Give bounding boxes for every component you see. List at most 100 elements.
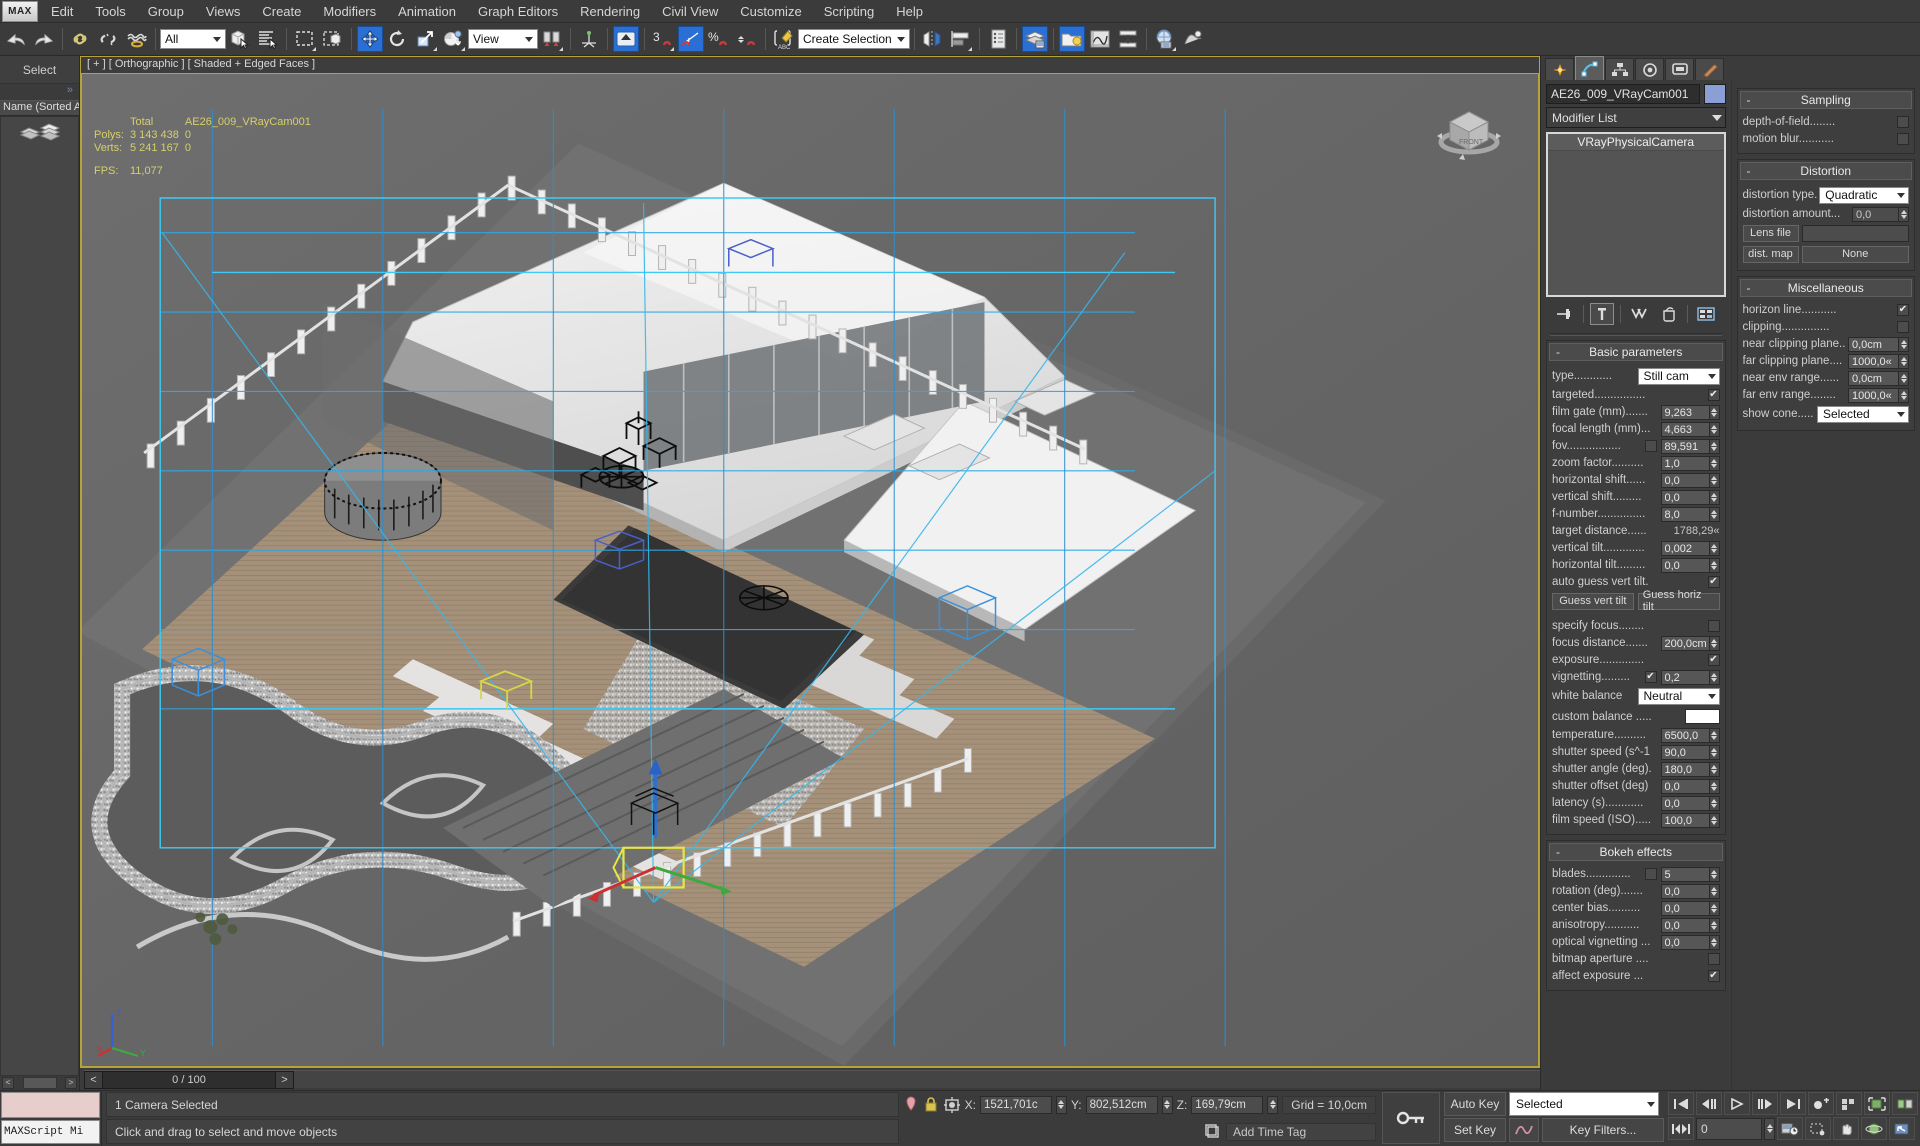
distortion-type-combo[interactable]: Quadratic [1819, 186, 1909, 204]
select-and-rotate-icon[interactable] [385, 26, 411, 52]
menu-item-graph-editors[interactable]: Graph Editors [467, 1, 569, 22]
param-field[interactable]: 90,0 [1660, 744, 1709, 760]
spinner-snap-toggle-icon[interactable] [734, 26, 760, 52]
time-configuration-icon[interactable] [1777, 1117, 1803, 1140]
param-spinner[interactable]: 0,0 [1660, 557, 1720, 573]
spinner-arrows-icon[interactable] [1708, 934, 1720, 950]
scene-explorer-column-header[interactable]: Name (Sorted Asc [0, 100, 79, 116]
param-spinner[interactable]: 0,0cm [1848, 336, 1909, 352]
add-time-key-icon[interactable] [1808, 1092, 1834, 1115]
spinner-arrows-icon[interactable] [1708, 812, 1720, 828]
spinner-arrows-icon[interactable] [1708, 557, 1720, 573]
frame-spinner-icon[interactable] [1764, 1117, 1775, 1140]
layer-explorer-icon[interactable] [985, 26, 1011, 52]
param-checkbox[interactable] [1707, 389, 1720, 401]
spinner-arrows-icon[interactable] [1708, 744, 1720, 760]
auto-key-button[interactable]: Auto Key [1444, 1092, 1506, 1116]
bind-to-space-warp-icon[interactable] [124, 26, 150, 52]
remove-modifier-icon[interactable] [1657, 303, 1681, 325]
prev-frame-icon[interactable] [1696, 1092, 1722, 1115]
key-mode-toggle-icon[interactable] [1668, 1117, 1694, 1140]
spinner-arrows-icon[interactable] [1708, 917, 1720, 933]
param-spinner[interactable]: 0,0 [1660, 900, 1720, 916]
key-curve-icon[interactable] [1509, 1118, 1539, 1142]
param-field[interactable]: 1,0 [1660, 455, 1709, 471]
param-checkbox[interactable] [1707, 970, 1720, 982]
maxscript-input-field[interactable] [1, 1092, 100, 1118]
viewport[interactable]: Total AE26_009_VRayCam001 Polys: 3 143 4… [80, 73, 1540, 1068]
named-selection-sets-combo[interactable]: Create Selection Se [798, 29, 910, 49]
maxscript-mini-listener-label[interactable]: MAXScript Mi [1, 1120, 100, 1144]
param-field[interactable]: 0,0 [1660, 489, 1709, 505]
menu-item-animation[interactable]: Animation [387, 1, 467, 22]
snap-3d-icon[interactable]: 3 [650, 26, 676, 52]
param-checkbox[interactable] [1897, 304, 1909, 316]
time-slider-track[interactable]: < 0 / 100 > [84, 1070, 1540, 1089]
select-and-scale-icon[interactable] [413, 26, 439, 52]
edit-named-selection-sets-icon[interactable]: ABC [771, 26, 797, 52]
lock-selection-icon[interactable] [923, 1095, 939, 1115]
x-coordinate-field[interactable]: 1521,701c [979, 1095, 1052, 1114]
param-spinner[interactable]: 1,0 [1660, 455, 1720, 471]
modify-tab[interactable] [1575, 56, 1604, 80]
spinner-arrows-icon[interactable] [1708, 883, 1720, 899]
menu-item-create[interactable]: Create [251, 1, 312, 22]
spinner-arrows-icon[interactable] [1708, 778, 1720, 794]
make-unique-icon[interactable] [1627, 303, 1651, 325]
guess-vert-tilt-button[interactable]: Guess vert tilt [1552, 592, 1634, 610]
menu-item-group[interactable]: Group [137, 1, 195, 22]
param-checkbox[interactable] [1707, 953, 1720, 965]
param-field[interactable]: 200,0cm [1660, 635, 1709, 651]
show-cone-combo[interactable]: Selected [1817, 405, 1909, 423]
select-by-name-icon[interactable] [255, 26, 281, 52]
bokeh-effects-header[interactable]: - Bokeh effects [1549, 843, 1723, 861]
param-field[interactable]: 0,0 [1660, 557, 1709, 573]
white-balance-combo[interactable]: Neutral [1637, 687, 1720, 705]
param-spinner[interactable]: 0,002 [1660, 540, 1720, 556]
param-spinner[interactable]: 0,0 [1660, 883, 1720, 899]
param-spinner[interactable]: 180,0 [1660, 761, 1720, 777]
select-and-place-icon[interactable] [441, 26, 467, 52]
render-setup-icon[interactable] [1180, 26, 1206, 52]
param-field[interactable]: 0,0cm [1848, 370, 1898, 386]
param-checkbox[interactable] [1707, 576, 1720, 588]
sampling-header[interactable]: - Sampling [1739, 91, 1912, 109]
menu-item-help[interactable]: Help [885, 1, 934, 22]
show-end-result-icon[interactable] [1590, 303, 1615, 325]
object-name-field[interactable]: AE26_009_VRayCam001 [1546, 84, 1700, 104]
param-spinner[interactable]: 0,0cm [1848, 370, 1909, 386]
param-spinner[interactable]: 0,0 [1660, 472, 1720, 488]
lens-file-field[interactable] [1801, 224, 1909, 242]
redo-icon[interactable] [31, 26, 57, 52]
param-checkbox[interactable] [1644, 440, 1657, 452]
next-frame-arrow[interactable]: > [274, 1072, 293, 1088]
pin-stack-icon[interactable] [903, 1095, 919, 1115]
selection-filter-combo[interactable]: All [160, 29, 226, 49]
y-spinner-icon[interactable] [1161, 1095, 1173, 1114]
select-and-link-icon[interactable] [68, 26, 94, 52]
reference-coordinate-system-combo[interactable]: View [468, 29, 538, 49]
absolute-relative-transform-icon[interactable] [943, 1095, 961, 1115]
spinner-arrows-icon[interactable] [1708, 669, 1720, 685]
key-mode-combo[interactable]: Selected [1509, 1092, 1659, 1116]
param-spinner[interactable]: 89,591 [1660, 438, 1720, 454]
spinner-arrows-icon[interactable] [1708, 421, 1720, 437]
param-checkbox[interactable] [1644, 671, 1657, 683]
param-field[interactable]: 1000,0« [1848, 353, 1898, 369]
configure-modifier-sets-icon[interactable] [1694, 303, 1718, 325]
angle-snap-toggle-icon[interactable] [678, 26, 704, 52]
display-tab[interactable] [1665, 58, 1694, 80]
percent-snap-toggle-icon[interactable]: % [706, 26, 732, 52]
motion-tab[interactable] [1635, 58, 1664, 80]
modifier-stack[interactable]: VRayPhysicalCamera [1546, 132, 1726, 297]
snaps-toggle-icon[interactable] [613, 26, 639, 52]
param-field[interactable]: 89,591 [1660, 438, 1709, 454]
distortion-amount-spinner[interactable]: 0,0 [1852, 206, 1909, 222]
material-editor-icon[interactable] [1152, 26, 1178, 52]
param-checkbox[interactable] [1707, 654, 1720, 666]
spinner-arrows-icon[interactable] [1708, 472, 1720, 488]
undo-icon[interactable] [3, 26, 29, 52]
goto-start-icon[interactable] [1668, 1092, 1694, 1115]
spinner-arrows-icon[interactable] [1708, 866, 1720, 882]
mirror-icon[interactable] [920, 26, 946, 52]
